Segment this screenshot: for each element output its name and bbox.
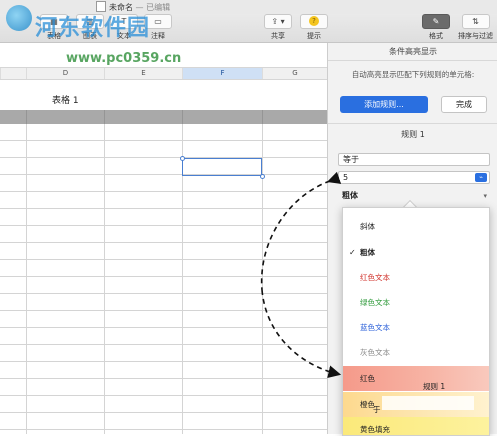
format-button[interactable]: ✎ 格式: [422, 14, 450, 41]
sort-icon: ⇅: [461, 14, 490, 29]
watermark-logo-icon: [6, 5, 32, 31]
panel-title: 条件高亮显示: [328, 43, 497, 61]
sort-filter-button[interactable]: ⇅ 排序与过滤: [458, 14, 493, 41]
condition-field[interactable]: 等于: [338, 153, 490, 166]
watermark-url: www.pc0359.cn: [66, 51, 182, 66]
menu-item-label: 黄色填充: [360, 425, 390, 434]
selection-handle[interactable]: [180, 156, 185, 161]
rule-title: 规则 1: [401, 130, 425, 139]
selection-handle[interactable]: [260, 174, 265, 179]
share-icon: ⇪ ▾: [264, 14, 292, 29]
share-label: 共享: [271, 32, 285, 40]
menu-item-label: 斜体: [360, 222, 375, 231]
tip-button[interactable]: ? 提示: [300, 14, 328, 41]
value-field-text: 5: [343, 173, 349, 182]
watermark-site-name: 河东软件园: [35, 16, 151, 41]
menu-item-red-fill[interactable]: 红色: [343, 366, 489, 391]
menu-item-label: 绿色文本: [360, 298, 390, 307]
paintbrush-icon: ✎: [422, 14, 450, 29]
done-button[interactable]: 完成: [441, 96, 487, 113]
style-select-value: 粗体: [342, 191, 358, 200]
column-header-g[interactable]: G: [262, 68, 327, 79]
column-header-d[interactable]: D: [26, 68, 104, 79]
menu-item-bold[interactable]: ✓ 粗体: [343, 240, 489, 265]
style-select[interactable]: 粗体 ▾: [338, 189, 490, 203]
share-button[interactable]: ⇪ ▾ 共享: [264, 14, 292, 41]
drag-preview-card: [382, 396, 474, 410]
menu-item-label: 蓝色文本: [360, 323, 390, 332]
header-divider: [26, 110, 27, 124]
menu-item-yellow-fill[interactable]: 黄色填充: [343, 417, 489, 435]
column-header-f[interactable]: F: [182, 68, 262, 79]
menu-item-label: 红色: [360, 374, 375, 383]
header-divider: [262, 110, 263, 124]
header-divider: [104, 110, 105, 124]
header-divider: [182, 110, 183, 124]
table-header-row[interactable]: [0, 110, 327, 124]
value-field[interactable]: 5 ⌁: [338, 171, 490, 184]
chevron-down-icon: ▾: [483, 192, 487, 200]
lightbulb-icon: ?: [300, 14, 328, 29]
column-header-e[interactable]: E: [104, 68, 182, 79]
menu-item-label: 粗体: [360, 248, 375, 257]
menu-item-blue-text[interactable]: 蓝色文本: [343, 315, 489, 340]
panel-description: 自动高亮显示匹配下列规则的单元格:: [351, 70, 475, 79]
menu-item-green-text[interactable]: 绿色文本: [343, 290, 489, 315]
menu-item-italic[interactable]: 斜体: [343, 214, 489, 239]
column-divider: [26, 124, 27, 434]
column-divider: [262, 124, 263, 434]
format-label: 格式: [429, 32, 443, 40]
sort-filter-label: 排序与过滤: [458, 32, 493, 40]
menu-item-label: 红色文本: [360, 273, 390, 282]
table-title[interactable]: 表格 1: [52, 93, 79, 106]
panel-divider: [328, 123, 497, 124]
column-divider: [104, 124, 105, 434]
column-header-bar: D E F G: [0, 67, 327, 80]
column-header-blank[interactable]: [0, 68, 26, 79]
drag-preview-label: 规则 1: [423, 382, 446, 391]
add-rule-button[interactable]: 添加规则...: [340, 96, 428, 113]
spreadsheet-canvas[interactable]: D E F G 表格 1: [0, 43, 327, 434]
menu-item-gray-text[interactable]: 灰色文本: [343, 340, 489, 365]
menu-item-label: 灰色文本: [360, 348, 390, 357]
drag-preview-char: 于: [373, 405, 381, 414]
table-body-grid[interactable]: [0, 124, 327, 434]
tip-label: 提示: [307, 32, 321, 40]
link-icon[interactable]: ⌁: [475, 173, 487, 182]
checkmark-icon: ✓: [349, 248, 356, 257]
menu-item-red-text[interactable]: 红色文本: [343, 265, 489, 290]
selected-cell[interactable]: [182, 158, 262, 176]
